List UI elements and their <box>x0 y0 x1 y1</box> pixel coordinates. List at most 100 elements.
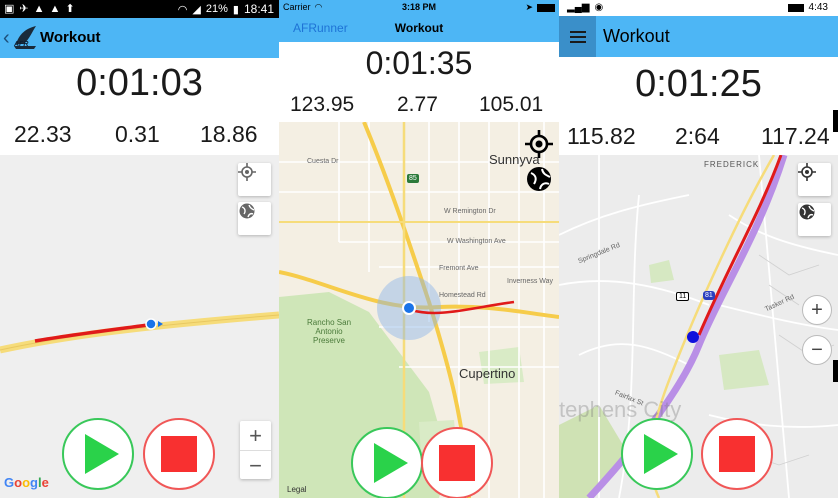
city-label-cupertino: Cupertino <box>459 366 516 381</box>
road-label-cuesta: Cuesta Dr <box>307 158 339 165</box>
highway-shield-85: 85 <box>407 174 419 183</box>
play-button[interactable] <box>351 427 423 498</box>
map-type-button[interactable] <box>798 203 831 236</box>
crosshair-icon <box>798 163 816 181</box>
map-view[interactable]: Sunnyva Cupertino Rancho San Antonio Pre… <box>279 122 559 498</box>
status-time: 18:41 <box>243 2 274 16</box>
zoom-out-button[interactable]: − <box>802 335 832 365</box>
stat-distance: 115.82 <box>567 123 636 149</box>
globe-icon <box>239 203 255 219</box>
zoom-in-button[interactable]: + <box>240 421 271 450</box>
road-label-remington: W Remington Dr <box>444 208 496 215</box>
map-view[interactable]: FREDERICK Springdale Rd Tasker Rd Fairfa… <box>559 155 838 498</box>
green-area-2 <box>719 350 769 390</box>
ios-panel: Carrier ◠ 3:18 PM ➤ AFRunner Workout 0:0… <box>279 0 559 498</box>
stat-pace: 18.86 <box>200 121 258 147</box>
zoom-controls: + − <box>240 421 271 479</box>
road-label-washington: W Washington Ave <box>447 238 506 245</box>
page-title: Workout <box>40 29 101 46</box>
windows-panel: ▂▄▆ ◉ 4:43 Workout 0:01:25 115.82 2:64 1… <box>559 0 838 498</box>
location-arrow-icon: ➤ <box>525 2 533 12</box>
notification-icon: ▣ <box>4 3 15 15</box>
status-bar: Carrier ◠ 3:18 PM ➤ <box>279 0 559 16</box>
app-header: Workout <box>559 16 838 57</box>
park-label: Rancho San Antonio Preserve <box>306 318 352 345</box>
signal-icon: ◢ <box>192 3 201 16</box>
crosshair-icon <box>238 163 256 181</box>
road-label-fremont: Fremont Ave <box>439 265 479 272</box>
interstate-shield-81: 81 <box>703 291 715 300</box>
stat-distance: 123.95 <box>290 93 355 116</box>
logo-text: AFR <box>14 41 29 48</box>
stat-speed: 2.77 <box>397 93 438 116</box>
road-label-homestead: Homestead Rd <box>439 292 486 299</box>
status-time: 3:18 PM <box>401 2 436 12</box>
globe-icon <box>527 167 551 191</box>
play-button[interactable] <box>621 418 693 490</box>
page-title: Workout <box>394 21 444 35</box>
globe-icon <box>799 204 815 220</box>
android-panel: ▣ ✈ ▲ ▲ ⬆ ◠ ◢ 21% ▮ 18:41 ‹ AFR Workout <box>0 0 279 498</box>
location-icon: ◉ <box>594 2 604 13</box>
workout-timer: 0:01:03 <box>76 62 203 104</box>
green-area-3 <box>649 260 674 283</box>
map-view[interactable]: + − Google <box>0 155 279 498</box>
google-attribution: Google <box>4 475 49 490</box>
place-label-frederick: FREDERICK <box>704 160 760 169</box>
stop-icon <box>719 436 755 472</box>
zoom-out-button[interactable]: − <box>240 450 271 479</box>
signal-icon: ▂▄▆ <box>567 2 590 13</box>
status-bar: ▂▄▆ ◉ 4:43 <box>559 0 838 16</box>
back-chevron-icon[interactable]: ‹ <box>3 27 10 50</box>
stat-speed: 0.31 <box>115 121 160 147</box>
menu-line <box>569 35 586 38</box>
attribution-text: Google <box>4 475 49 490</box>
play-button[interactable] <box>62 418 134 490</box>
wifi-icon: ◠ <box>177 3 188 16</box>
menu-line <box>569 30 586 33</box>
warning-icon-2: ▲ <box>49 2 61 15</box>
battery-percent: 21% <box>205 3 228 15</box>
stop-button[interactable] <box>421 427 493 498</box>
workout-timer: 0:01:25 <box>635 63 762 105</box>
upload-icon: ⬆ <box>65 3 75 15</box>
map-canvas <box>279 122 559 498</box>
my-location-button[interactable] <box>798 163 831 196</box>
stat-pace: 117.24 <box>761 123 830 149</box>
screenshot-composite: ▣ ✈ ▲ ▲ ⬆ ◠ ◢ 21% ▮ 18:41 ‹ AFR Workout <box>0 0 838 498</box>
stat-speed: 2:64 <box>675 123 720 149</box>
play-icon <box>374 443 408 483</box>
status-bar: ▣ ✈ ▲ ▲ ⬆ ◠ ◢ 21% ▮ 18:41 <box>0 0 279 18</box>
play-icon <box>644 434 678 474</box>
scrollbar-indicator <box>833 110 838 132</box>
battery-icon <box>787 4 804 12</box>
my-location-button[interactable] <box>238 163 271 196</box>
map-canvas <box>559 155 838 498</box>
stop-icon <box>439 445 475 481</box>
route-shield-11: 11 <box>676 292 690 301</box>
location-dot <box>402 301 416 315</box>
app-notification-icon: ✈ <box>19 3 29 15</box>
highway <box>0 311 279 354</box>
battery-icon <box>537 4 555 12</box>
map-type-button[interactable] <box>238 202 271 235</box>
hamburger-menu-button[interactable] <box>559 16 596 57</box>
scrollbar-indicator <box>833 360 838 382</box>
menu-line <box>569 40 586 43</box>
location-dot <box>145 318 157 330</box>
stop-button[interactable] <box>701 418 773 490</box>
road-label-inverness: Inverness Way <box>507 278 554 285</box>
stat-pace: 105.01 <box>479 93 544 116</box>
legal-link[interactable]: Legal <box>287 485 307 494</box>
warning-icon: ▲ <box>33 2 45 15</box>
page-title: Workout <box>603 26 670 46</box>
workout-timer: 0:01:35 <box>365 45 473 81</box>
afr-logo-icon <box>14 26 36 49</box>
battery-icon: ▮ <box>232 3 239 16</box>
zoom-in-button[interactable]: + <box>802 295 832 325</box>
stop-button[interactable] <box>143 418 215 490</box>
route-line <box>34 323 149 343</box>
stop-icon <box>161 436 197 472</box>
app-header: ‹ AFR Workout <box>0 18 279 58</box>
stat-distance: 22.33 <box>14 121 72 147</box>
